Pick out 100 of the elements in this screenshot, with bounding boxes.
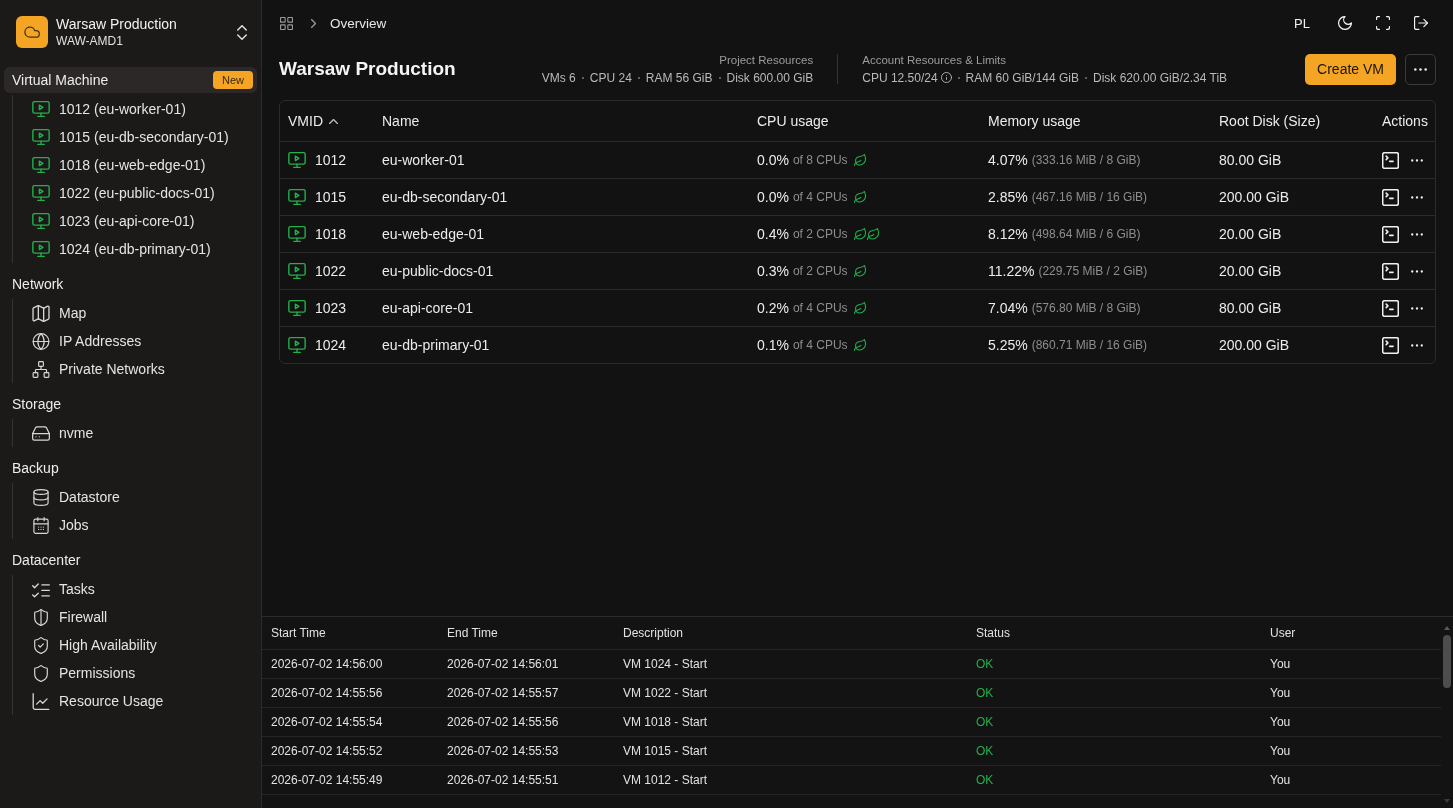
terminal-icon[interactable]: [1382, 225, 1399, 243]
leaf-icon: [853, 191, 866, 203]
table-cell: You: [1270, 773, 1291, 787]
leaf-icon: [866, 228, 879, 240]
cpu-count: of 4 CPUs: [792, 190, 848, 204]
table-cell: VM 1018 - Start: [623, 715, 708, 729]
resource-stat: VMs 6: [541, 70, 576, 85]
resource-label: Project Resources: [719, 53, 814, 66]
vm-id: 1023: [315, 300, 347, 316]
memory-detail: (860.71 MiB / 16 GiB): [1031, 338, 1148, 352]
terminal-icon[interactable]: [1382, 151, 1399, 169]
table-cell: 2026-07-02 14:55:54: [271, 715, 383, 729]
breadcrumb-item: Overview: [330, 15, 387, 31]
status-text: OK: [976, 773, 994, 787]
resource-stat: RAM 56 GiB: [645, 70, 713, 85]
ellipsis-icon[interactable]: [1411, 232, 1423, 236]
leaf-icon: [853, 265, 866, 277]
nav-item[interactable]: Resource Usage: [32, 687, 261, 715]
chevrons-up-down-icon[interactable]: [237, 24, 247, 40]
column-header[interactable]: VMID: [280, 113, 338, 129]
nav-item[interactable]: IP Addresses: [32, 327, 261, 355]
memory-percent: 4.07%: [988, 152, 1028, 168]
vm-name: eu-api-core-01: [382, 300, 474, 316]
info-icon[interactable]: [940, 72, 952, 83]
nav-item[interactable]: 1022 (eu-public-docs-01): [32, 179, 261, 207]
cpu-count: of 8 CPUs: [792, 153, 848, 167]
nav-item[interactable]: Map: [32, 299, 261, 327]
terminal-icon[interactable]: [1382, 188, 1399, 206]
column-header[interactable]: CPU usage: [757, 113, 829, 129]
disk-size: 20.00 GiB: [1219, 263, 1282, 279]
language-button[interactable]: PL: [1294, 15, 1310, 31]
resource-stat: Disk 600.00 GiB: [726, 70, 814, 85]
ellipsis-icon[interactable]: [1411, 306, 1423, 310]
table-cell: You: [1270, 744, 1291, 758]
nav-item[interactable]: Private Networks: [32, 355, 261, 383]
create-vm-button[interactable]: Create VM: [1305, 53, 1396, 85]
nav-section-header[interactable]: Datacenter: [4, 547, 257, 573]
nav-item[interactable]: High Availability: [32, 631, 261, 659]
column-header[interactable]: Memory usage: [988, 113, 1081, 129]
nav-item[interactable]: Permissions: [32, 659, 261, 687]
cpu-percent: 0.0%: [757, 189, 789, 205]
nav-item[interactable]: 1024 (eu-db-primary-01): [32, 235, 261, 263]
project-name: Warsaw Production: [56, 16, 178, 32]
grid-icon[interactable]: [280, 16, 293, 30]
vm-name: eu-public-docs-01: [382, 263, 494, 279]
disk-size: 200.00 GiB: [1219, 337, 1290, 353]
fullscreen-icon[interactable]: [1376, 16, 1390, 30]
nav-item[interactable]: Firewall: [32, 603, 261, 631]
table-cell: VM 1022 - Start: [623, 686, 708, 700]
nav-item[interactable]: 1012 (eu-worker-01): [32, 95, 261, 123]
resource-stat: RAM 60 GiB/144 GiB: [965, 70, 1079, 85]
moon-icon[interactable]: [1338, 16, 1352, 30]
nav-section-header[interactable]: Network: [4, 271, 257, 297]
cpu-percent: 0.1%: [757, 337, 789, 353]
column-header: Status: [976, 626, 1011, 640]
globe-icon: [32, 332, 50, 350]
database-icon: [32, 488, 50, 506]
nav-item[interactable]: Tasks: [32, 575, 261, 603]
column-header: User: [1270, 626, 1296, 640]
table-cell: VM 1024 - Start: [623, 657, 708, 671]
ellipsis-icon[interactable]: [1411, 343, 1423, 347]
ellipsis-icon[interactable]: [1411, 269, 1423, 273]
column-header[interactable]: Name: [382, 113, 420, 129]
memory-detail: (576.80 MiB / 8 GiB): [1031, 301, 1141, 315]
nav-item[interactable]: nvme: [32, 419, 261, 447]
table-cell: 2026-07-02 14:56:00: [271, 657, 383, 671]
logout-icon[interactable]: [1414, 16, 1428, 30]
nav-section-header[interactable]: Backup: [4, 455, 257, 481]
ellipsis-icon[interactable]: [1411, 195, 1423, 199]
table-cell: VM 1012 - Start: [623, 773, 708, 787]
memory-percent: 8.12%: [988, 226, 1028, 242]
terminal-icon[interactable]: [1382, 262, 1399, 280]
leaf-icon: [853, 302, 866, 314]
ellipsis-icon[interactable]: [1411, 158, 1423, 162]
nav-item[interactable]: Jobs: [32, 511, 261, 539]
nav-item[interactable]: 1015 (eu-db-secondary-01): [32, 123, 261, 151]
column-header: End Time: [447, 626, 498, 640]
vm-name: eu-web-edge-01: [382, 226, 484, 242]
terminal-icon[interactable]: [1382, 336, 1399, 354]
nav-item[interactable]: 1023 (eu-api-core-01): [32, 207, 261, 235]
disk-size: 80.00 GiB: [1219, 152, 1282, 168]
disk-size: 20.00 GiB: [1219, 226, 1282, 242]
column-header[interactable]: Root Disk (Size): [1219, 113, 1321, 129]
nav-item[interactable]: 1018 (eu-web-edge-01): [32, 151, 261, 179]
vm-id: 1024: [315, 337, 347, 353]
disk-size: 80.00 GiB: [1219, 300, 1282, 316]
nav-item[interactable]: Datastore: [32, 483, 261, 511]
terminal-icon[interactable]: [1382, 299, 1399, 317]
cpu-count: of 4 CPUs: [792, 301, 848, 315]
ellipsis-icon: [1414, 67, 1427, 71]
memory-percent: 5.25%: [988, 337, 1028, 353]
leaf-icon: [853, 339, 866, 351]
hard-drive-icon: [32, 424, 50, 442]
leaf-icon: [853, 228, 866, 240]
nav-section-header[interactable]: Storage: [4, 391, 257, 417]
table-cell: VM 1015 - Start: [623, 744, 708, 758]
cpu-percent: 0.0%: [757, 152, 789, 168]
new-badge: New: [213, 71, 253, 89]
nav-section-header[interactable]: Virtual Machine New: [4, 67, 257, 93]
status-text: OK: [976, 686, 994, 700]
